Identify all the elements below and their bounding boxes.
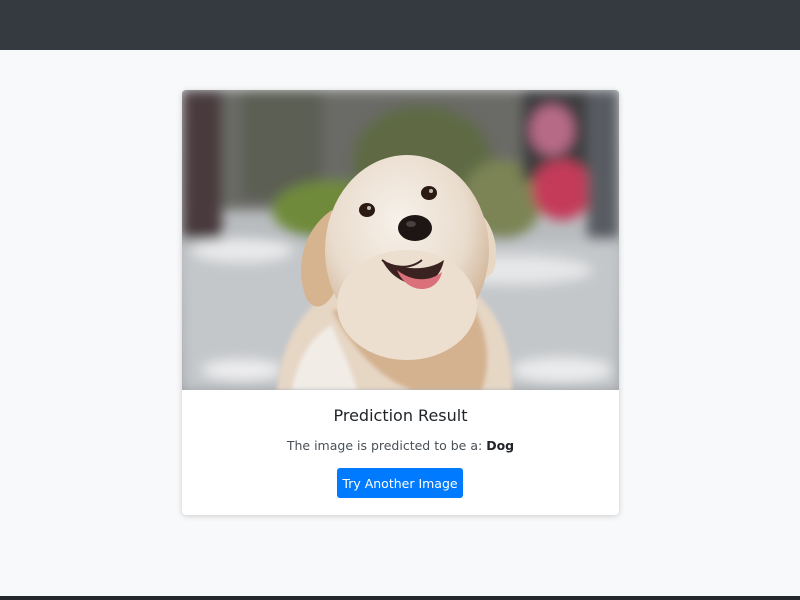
page-bottom-edge: [0, 596, 800, 600]
prediction-card: Prediction Result The image is predicted…: [182, 90, 619, 515]
try-another-image-button[interactable]: Try Another Image: [337, 468, 463, 498]
card-body: Prediction Result The image is predicted…: [182, 390, 619, 515]
dog-photo: [182, 90, 619, 390]
card-title: Prediction Result: [333, 406, 468, 425]
navbar: [0, 0, 800, 50]
prediction-text: The image is predicted to be a: Dog: [182, 438, 619, 453]
prediction-label: Dog: [486, 438, 515, 453]
prediction-prefix: The image is predicted to be a:: [286, 438, 483, 453]
